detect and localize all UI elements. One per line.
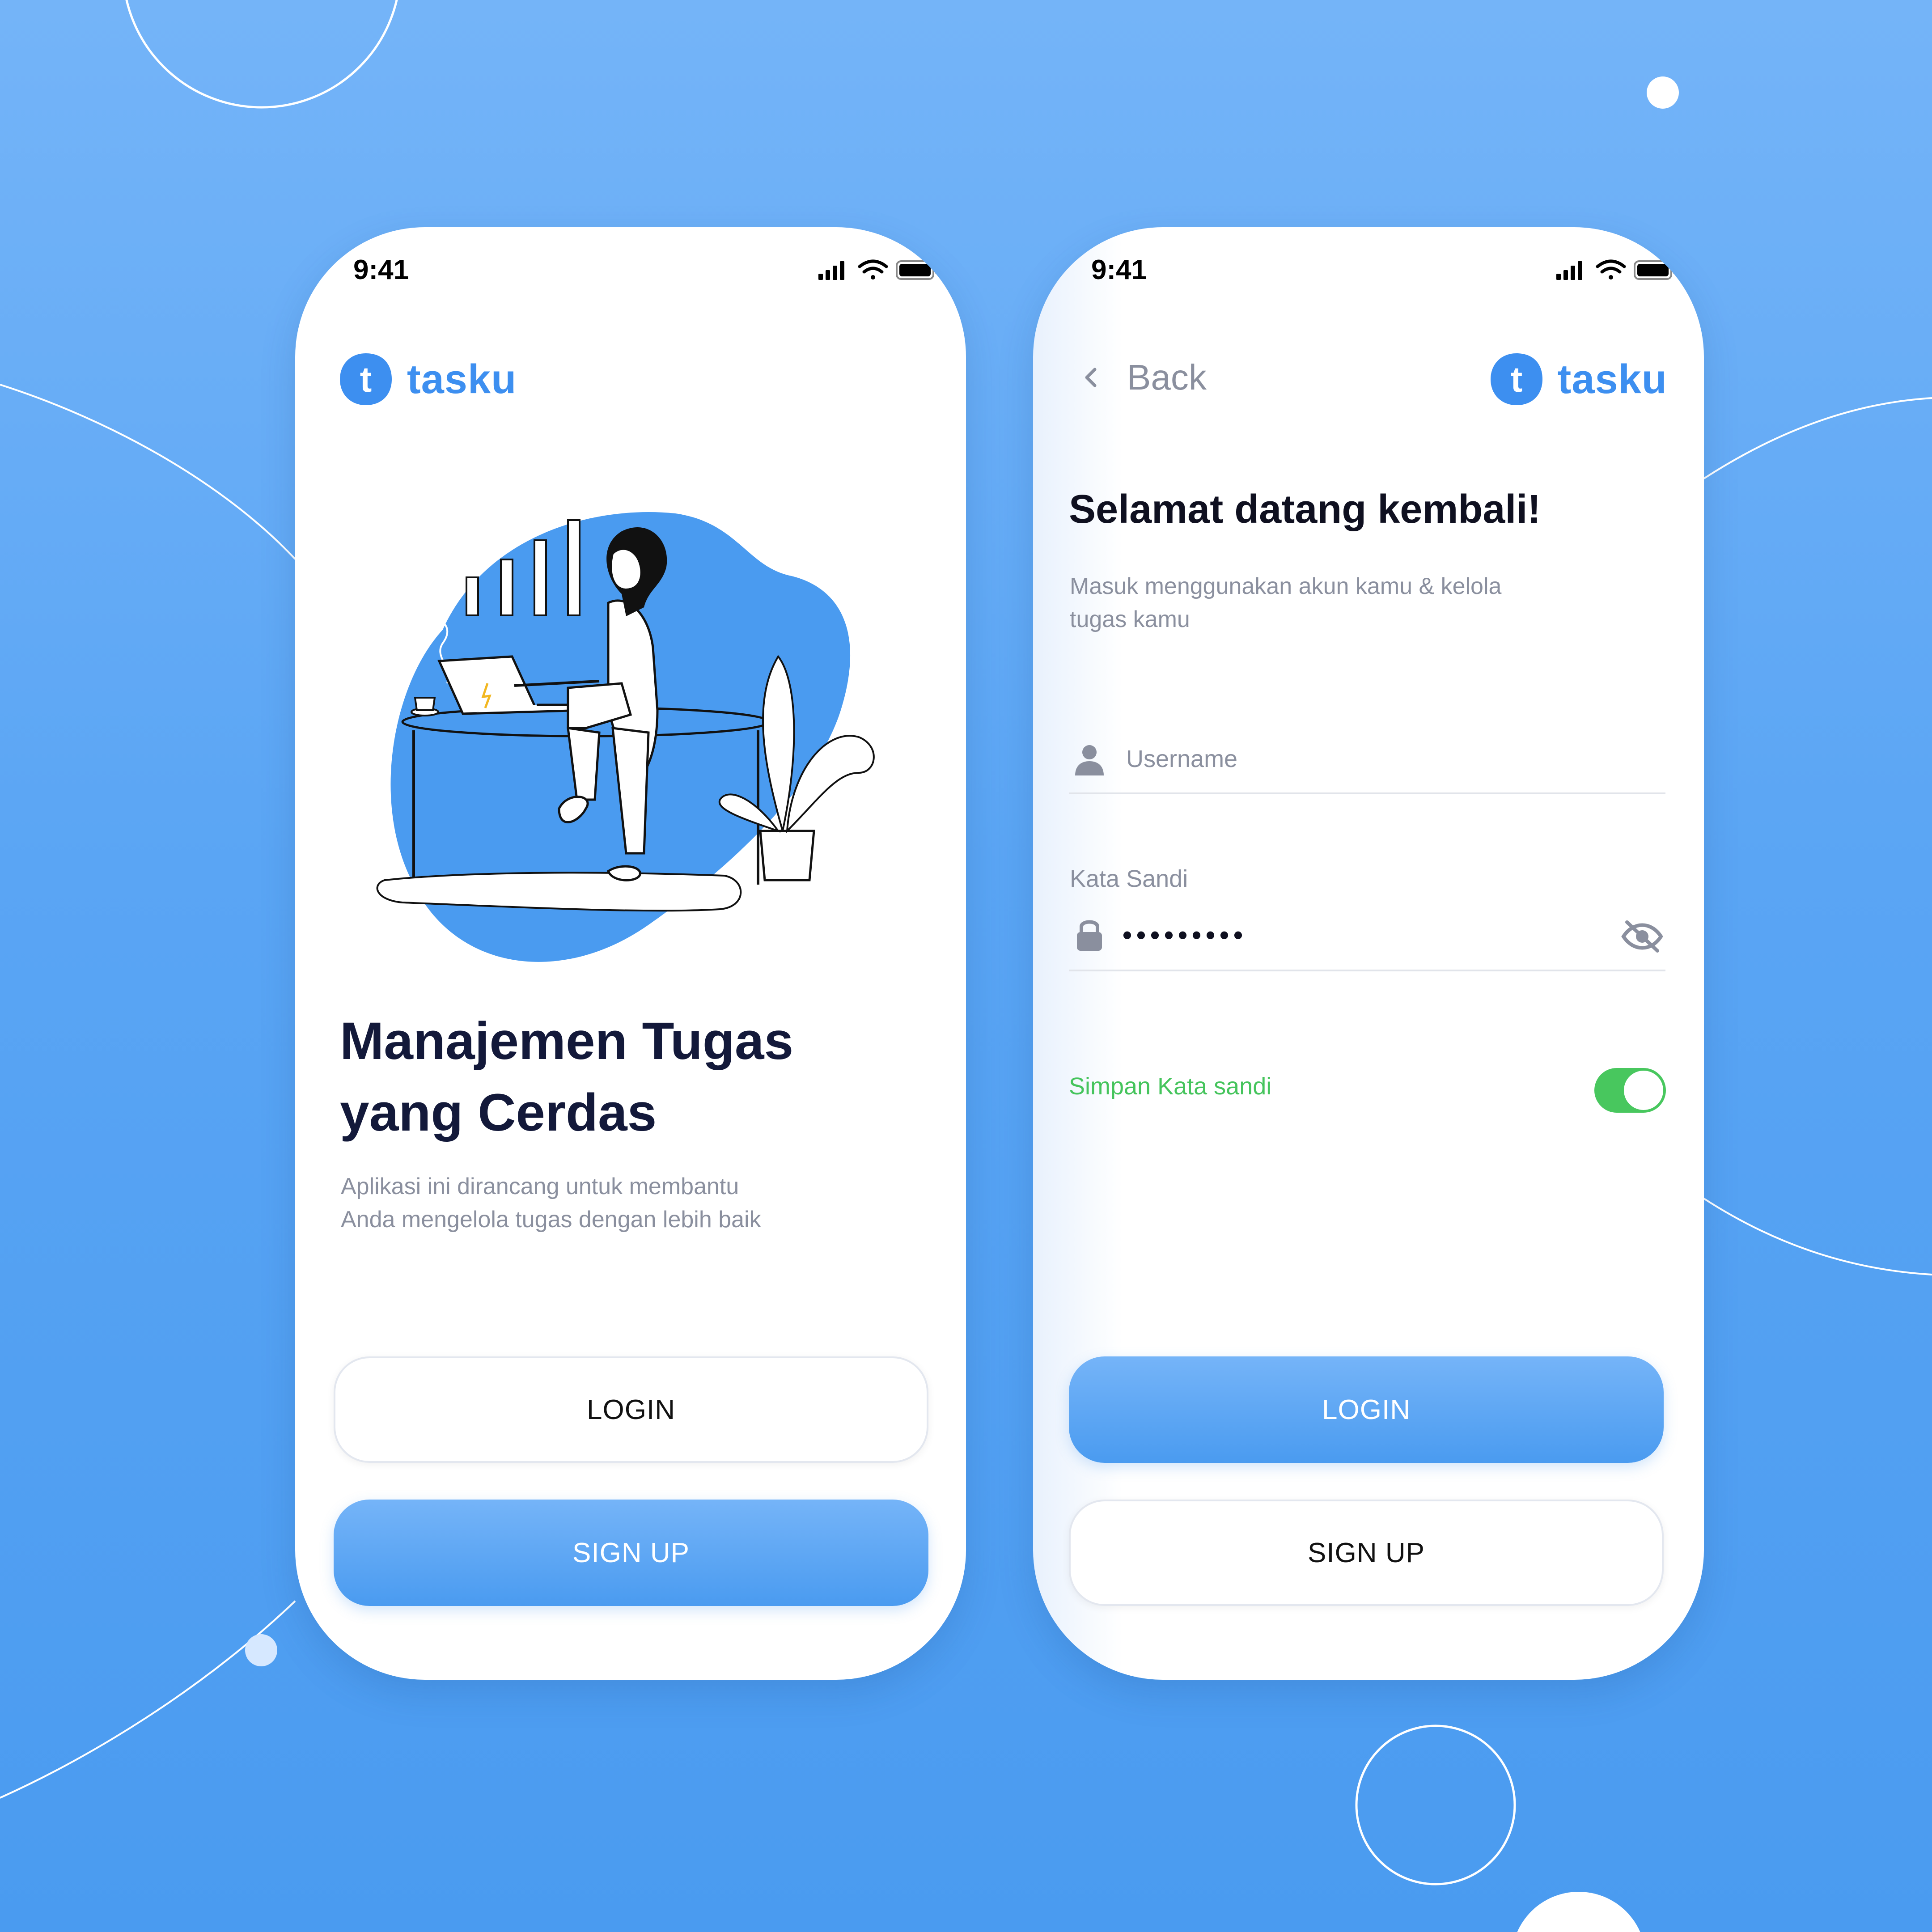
status-icons [1556,259,1675,280]
signal-icon [1556,261,1582,280]
status-icons [818,259,937,280]
subheading-line-2: tugas kamu [1070,606,1190,632]
login-screen: 9:41 Back t tasku Selamat datang kembali… [1033,227,1704,1680]
chevron-left-icon [1085,368,1097,387]
lock-icon [1077,920,1102,951]
toggle-knob [1624,1071,1663,1110]
username-placeholder: Username [1126,746,1238,772]
wifi-icon [1596,259,1626,280]
username-underline [1069,792,1665,794]
eye-off-icon[interactable] [1620,919,1665,954]
brand-logo: t tasku [1489,348,1667,411]
brand-name: tasku [407,356,517,402]
title-line-2: yang Cerdas [340,1083,657,1142]
tasku-logo-icon: t [340,353,392,405]
remember-password-toggle[interactable] [1594,1068,1666,1113]
title-line-1: Manajemen Tugas [340,1012,794,1071]
description-line-1: Aplikasi ini dirancang untuk membantu [341,1174,739,1199]
battery-icon [896,260,937,280]
user-icon [1075,745,1104,775]
brand-name: tasku [1557,356,1667,402]
onboarding-description: Aplikasi ini dirancang untuk membantu An… [341,1170,900,1236]
tasku-logo-icon: t [1490,353,1542,405]
password-label: Kata Sandi [1070,865,1188,892]
login-button[interactable]: LOGIN [334,1356,928,1463]
signup-button[interactable]: SIGN UP [1069,1500,1664,1606]
svg-text:t: t [1510,360,1522,399]
back-label: Back [1127,357,1207,397]
description-line-2: Anda mengelola tugas dengan lebih baik [341,1207,761,1233]
back-button[interactable]: Back [1078,357,1207,398]
remember-password-label: Simpan Kata sandi [1069,1073,1272,1100]
svg-text:t: t [360,360,372,399]
welcome-subheading: Masuk menggunakan akun kamu & kelola tug… [1070,570,1606,636]
subheading-line-1: Masuk menggunakan akun kamu & kelola [1070,573,1502,599]
status-time: 9:41 [353,254,409,285]
wifi-icon [858,259,888,280]
password-underline [1069,970,1665,971]
status-time: 9:41 [1091,254,1147,285]
brand-logo: t tasku [338,348,517,411]
onboarding-title: Manajemen Tugas yang Cerdas [340,1005,921,1148]
onboarding-screen: 9:41 t tasku Manajemen Tugas yang Cerdas… [295,227,966,1680]
login-button[interactable]: LOGIN [1069,1356,1664,1463]
welcome-heading: Selamat datang kembali! [1069,487,1541,532]
signal-icon [818,261,844,280]
password-value: ••••••••• [1123,920,1248,950]
battery-icon [1634,260,1675,280]
signup-button[interactable]: SIGN UP [334,1500,928,1606]
